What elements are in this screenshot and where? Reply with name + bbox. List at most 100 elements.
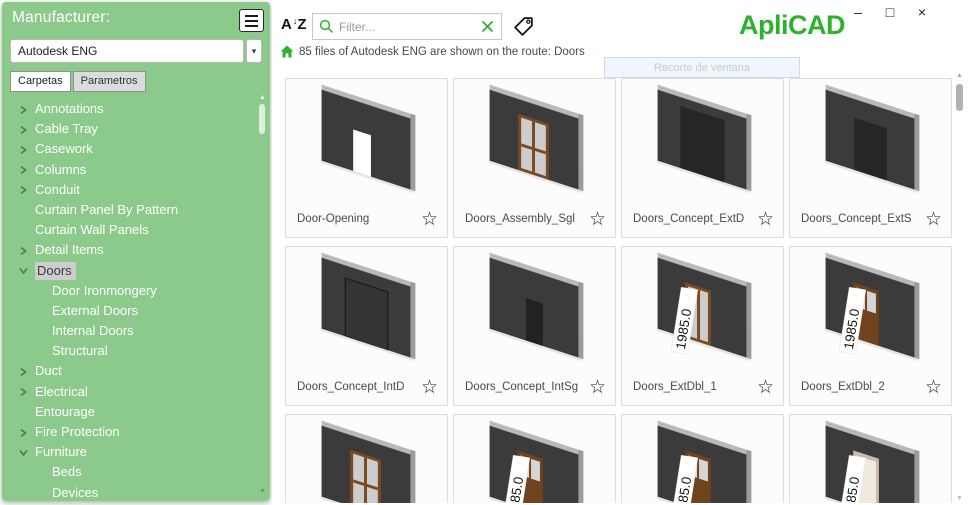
library-panel: – □ × ApliCAD A↓Z 8 — [272, 0, 968, 505]
family-thumbnail-dark-sgl — [790, 79, 951, 201]
tree-item-external-doors[interactable]: External Doors — [2, 301, 270, 321]
family-card-12[interactable]: 1985.0 ☆ — [789, 414, 952, 503]
family-card-9[interactable]: ☆ — [285, 414, 448, 503]
favorite-star-icon[interactable]: ☆ — [757, 210, 774, 229]
scroll-down-icon[interactable]: ▼ — [954, 495, 965, 502]
tree-item-label: Internal Doors — [52, 323, 134, 338]
tree-item-internal-doors[interactable]: Internal Doors — [2, 321, 270, 341]
family-card-doors-extdbl-2[interactable]: 1985.0 Doors_ExtDbl_2 ☆ — [789, 246, 952, 406]
chevron-right-icon — [19, 125, 28, 135]
sidebar-tabs: Carpetas Parametros — [10, 71, 270, 92]
family-card-bar: Doors_Concept_IntD ☆ — [286, 369, 447, 405]
favorite-star-icon[interactable]: ☆ — [421, 210, 438, 229]
chevron-down-icon[interactable]: ▾ — [246, 39, 262, 63]
tree-item-duct[interactable]: Duct — [2, 361, 270, 381]
favorite-star-icon[interactable]: ☆ — [589, 210, 606, 229]
favorite-star-icon[interactable]: ☆ — [757, 378, 774, 397]
ghost-window-crop-overlay: Recorte de ventana — [604, 57, 800, 78]
tab-parametros[interactable]: Parametros — [73, 71, 146, 92]
tree-item-conduit[interactable]: Conduit — [2, 180, 270, 200]
tab-carpetas[interactable]: Carpetas — [10, 71, 71, 92]
family-card-door-opening[interactable]: Door-Opening ☆ — [285, 78, 448, 238]
favorite-star-icon[interactable]: ☆ — [925, 378, 942, 397]
grid-scrollbar[interactable]: ▲ ▼ — [954, 72, 965, 502]
clear-filter-icon[interactable] — [480, 19, 495, 34]
tree-item-doors[interactable]: Doors — [2, 261, 270, 281]
maximize-button[interactable]: □ — [880, 2, 900, 22]
chevron-right-icon — [19, 367, 28, 377]
scroll-up-icon[interactable]: ▲ — [258, 94, 267, 101]
close-button[interactable]: × — [912, 2, 932, 22]
family-thumbnail-wood-label: 1985.0 — [622, 415, 783, 503]
scroll-up-icon[interactable]: ▲ — [954, 72, 965, 79]
tree-item-label: Beds — [52, 464, 82, 479]
manufacturer-select[interactable]: Autodesk ENG ▾ — [10, 39, 262, 63]
tree-item-casework[interactable]: Casework — [2, 139, 270, 159]
family-card-doors-extdbl-1[interactable]: 1985.0 Doors_ExtDbl_1 ☆ — [621, 246, 784, 406]
home-icon — [280, 45, 294, 58]
family-name: Doors_Assembly_Sgl — [465, 213, 575, 225]
chevron-right-icon — [19, 145, 28, 155]
sort-letter-z: Z — [297, 16, 306, 33]
tree-item-curtain-panel-by-pattern[interactable]: Curtain Panel By Pattern — [2, 200, 270, 220]
tree-item-furniture[interactable]: Furniture — [2, 442, 270, 462]
chevron-right-icon — [19, 105, 28, 115]
tree-item-label: Duct — [35, 363, 62, 378]
tree-item-beds[interactable]: Beds — [2, 462, 270, 482]
family-thumbnail-glazed-label: 1985.0 — [622, 247, 783, 369]
manufacturer-value[interactable]: Autodesk ENG — [10, 39, 244, 63]
tree-item-fire-protection[interactable]: Fire Protection — [2, 422, 270, 442]
tree-item-columns[interactable]: Columns — [2, 160, 270, 180]
sidebar-scrollbar[interactable]: ▲ ▼ — [258, 94, 267, 495]
tree-item-label: Furniture — [35, 444, 87, 459]
family-card-doors-concept-intd[interactable]: Doors_Concept_IntD ☆ — [285, 246, 448, 406]
family-thumbnail-dark-int — [454, 247, 615, 369]
menu-icon[interactable] — [239, 9, 264, 32]
favorite-star-icon[interactable]: ☆ — [421, 378, 438, 397]
chevron-down-icon — [19, 448, 29, 457]
family-card-doors-assembly-sgl[interactable]: Doors_Assembly_Sgl ☆ — [453, 78, 616, 238]
family-card-doors-concept-intsg[interactable]: Doors_Concept_IntSg ☆ — [453, 246, 616, 406]
tree-item-label: Doors — [35, 262, 76, 280]
tree-item-label: Columns — [35, 162, 86, 177]
sort-az-icon[interactable]: A↓Z — [281, 16, 307, 33]
tree-item-curtain-wall-panels[interactable]: Curtain Wall Panels — [2, 220, 270, 240]
favorite-star-icon[interactable]: ☆ — [925, 210, 942, 229]
tree-item-structural[interactable]: Structural — [2, 341, 270, 361]
tree-item-label: Curtain Panel By Pattern — [35, 202, 178, 217]
manufacturer-label: Manufacturer: — [12, 9, 110, 27]
tree-item-electrical[interactable]: Electrical — [2, 382, 270, 402]
tree-item-cable-tray[interactable]: Cable Tray — [2, 119, 270, 139]
tree-item-annotations[interactable]: Annotations — [2, 99, 270, 119]
family-card-doors-concept-extd[interactable]: Doors_Concept_ExtD ☆ — [621, 78, 784, 238]
tree-item-door-ironmongery[interactable]: Door Ironmongery — [2, 281, 270, 301]
scroll-down-icon[interactable]: ▼ — [258, 488, 267, 495]
chevron-right-icon — [19, 246, 28, 256]
tree-item-detail-items[interactable]: Detail Items — [2, 240, 270, 260]
family-name: Door-Opening — [297, 213, 369, 225]
family-card-bar: Doors_Assembly_Sgl ☆ — [454, 201, 615, 237]
family-name: Doors_Concept_ExtD — [633, 213, 744, 225]
family-card-bar: Doors_Concept_ExtD ☆ — [622, 201, 783, 237]
tree-item-entourage[interactable]: Entourage — [2, 402, 270, 422]
family-card-bar: Door-Opening ☆ — [286, 201, 447, 237]
favorite-star-icon[interactable]: ☆ — [589, 378, 606, 397]
family-card-10[interactable]: 1985.0 ☆ — [453, 414, 616, 503]
scrollbar-thumb[interactable] — [956, 84, 963, 111]
chevron-right-icon — [19, 428, 28, 438]
scrollbar-thumb[interactable] — [259, 104, 265, 134]
tag-icon[interactable] — [512, 15, 535, 38]
tree-item-label: Structural — [52, 343, 108, 358]
family-thumbnail-dark-dbl — [622, 79, 783, 201]
family-thumbnail-opening — [286, 79, 447, 201]
family-card-11[interactable]: 1985.0 ☆ — [621, 414, 784, 503]
tree-item-devices[interactable]: Devices — [2, 483, 270, 501]
tree-item-label: Entourage — [35, 404, 95, 419]
family-thumbnail-wood-label: 1985.0 — [790, 247, 951, 369]
filter-input[interactable] — [339, 20, 475, 34]
tree-item-label: Annotations — [35, 101, 104, 116]
filter-searchbox[interactable] — [312, 13, 502, 40]
family-card-doors-concept-exts[interactable]: Doors_Concept_ExtS ☆ — [789, 78, 952, 238]
tree-item-label: Devices — [52, 485, 98, 500]
tree-item-label: External Doors — [52, 303, 138, 318]
